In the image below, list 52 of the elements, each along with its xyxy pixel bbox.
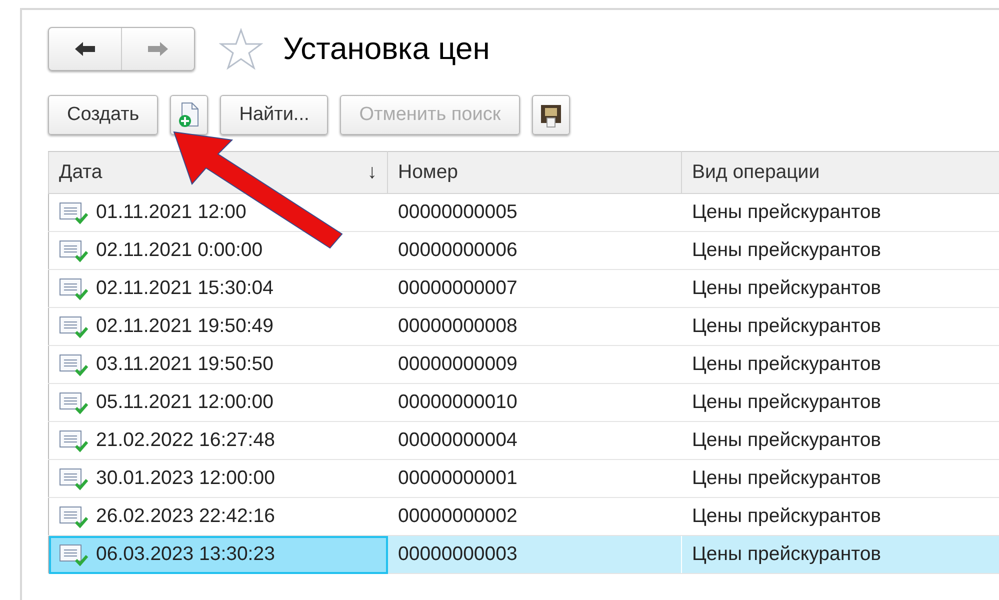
table-cell: Цены прейскурантов	[682, 422, 999, 460]
table-cell: 00000000005	[388, 194, 682, 232]
column-header[interactable]: Номер	[388, 152, 682, 194]
table-cell: Цены прейскурантов	[682, 308, 999, 346]
posted-document-icon	[59, 504, 89, 528]
posted-document-icon	[59, 390, 89, 414]
table-cell: 05.11.2021 12:00:00	[96, 391, 274, 414]
table-cell: Цены прейскурантов	[682, 232, 999, 270]
posted-document-icon	[59, 428, 89, 452]
table-cell: 03.11.2021 19:50:50	[96, 353, 274, 376]
table-cell: 30.01.2023 12:00:00	[96, 467, 275, 490]
table-cell: 00000000007	[388, 270, 682, 308]
table-cell: Цены прейскурантов	[682, 536, 999, 574]
forward-arrow-icon	[147, 41, 169, 57]
table-cell: 00000000009	[388, 346, 682, 384]
table-cell: 21.02.2022 16:27:48	[96, 429, 275, 452]
column-header[interactable]: Дата	[59, 161, 102, 184]
table-cell: 00000000010	[388, 384, 682, 422]
table-cell: 00000000004	[388, 422, 682, 460]
posted-document-icon	[59, 200, 89, 224]
table-cell: Цены прейскурантов	[682, 346, 999, 384]
table-cell: 02.11.2021 0:00:00	[96, 239, 263, 262]
print-button[interactable]	[532, 95, 570, 135]
toolbar-button[interactable]: Создать	[48, 95, 158, 135]
sort-indicator[interactable]: ↓	[367, 161, 377, 184]
table-cell: Цены прейскурантов	[682, 194, 999, 232]
table-cell: 26.02.2023 22:42:16	[96, 505, 275, 528]
table-cell: 00000000001	[388, 460, 682, 498]
add-document-button[interactable]	[170, 95, 208, 135]
table-cell: 00000000003	[388, 536, 682, 574]
posted-document-icon	[59, 466, 89, 490]
posted-document-icon	[59, 314, 89, 338]
posted-document-icon	[59, 238, 89, 262]
printer-icon	[538, 102, 563, 128]
table-cell: Цены прейскурантов	[682, 270, 999, 308]
table-cell: 00000000008	[388, 308, 682, 346]
table-cell: 00000000006	[388, 232, 682, 270]
column-header[interactable]: Вид операции	[682, 152, 999, 194]
posted-document-icon	[59, 352, 89, 376]
table-cell: 02.11.2021 19:50:49	[96, 315, 274, 338]
window-title: Установка цен	[283, 31, 490, 67]
table-cell: 01.11.2021 12:00	[96, 201, 246, 224]
toolbar-button[interactable]: Найти...	[220, 95, 328, 135]
table-cell: 06.03.2023 13:30:23	[96, 543, 275, 566]
star-icon[interactable]	[219, 28, 263, 70]
back-arrow-icon	[74, 41, 96, 57]
posted-document-icon	[59, 542, 89, 566]
add-document-icon	[178, 102, 200, 128]
table-cell: 02.11.2021 15:30:04	[96, 277, 274, 300]
table-cell: Цены прейскурантов	[682, 384, 999, 422]
posted-document-icon	[59, 276, 89, 300]
table-cell: Цены прейскурантов	[682, 460, 999, 498]
